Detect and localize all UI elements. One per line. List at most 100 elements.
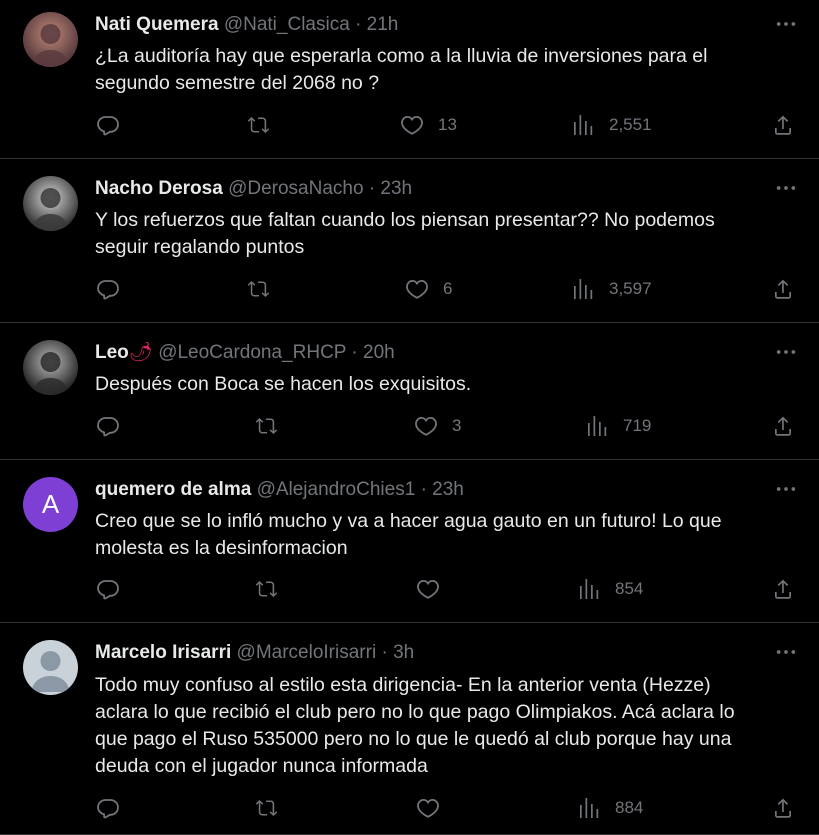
- tweet-timestamp[interactable]: 23h: [432, 479, 464, 500]
- reply-button[interactable]: [96, 274, 120, 304]
- tweet[interactable]: Marcelo Irisarri @MarceloIrisarri · 3h To…: [0, 623, 819, 835]
- tweet-header: Nati Quemera @Nati_Clasica · 21h: [95, 13, 398, 37]
- retweet-icon: [255, 800, 278, 816]
- tweet-timestamp[interactable]: 23h: [380, 178, 412, 199]
- views-count: 884: [615, 798, 644, 817]
- tweet-actions: 13 2,551: [0, 110, 819, 140]
- like-count: 13: [438, 115, 457, 134]
- share-icon: [775, 798, 791, 818]
- like-button[interactable]: 3: [414, 411, 461, 441]
- tweet-actions: 6 3,597: [0, 274, 819, 304]
- tweet-text: Y los refuerzos que faltan cuando los pi…: [95, 207, 795, 261]
- share-button[interactable]: [771, 274, 795, 304]
- author-handle[interactable]: @Nati_Clasica: [224, 14, 350, 35]
- more-icon: [776, 22, 796, 26]
- more-icon: [776, 650, 796, 654]
- avatar[interactable]: [23, 340, 78, 395]
- more-button[interactable]: [775, 177, 797, 201]
- tweet[interactable]: Leo🌶 @LeoCardona_RHCP · 20h Después con B…: [0, 323, 819, 460]
- retweet-icon: [247, 281, 270, 297]
- header-separator: ·: [420, 479, 427, 500]
- more-icon: [776, 487, 796, 491]
- tweet-timestamp[interactable]: 20h: [363, 342, 395, 363]
- tweet-text-line: molesta es la desinformacion: [95, 537, 348, 559]
- tweet[interactable]: Aquemero de alma @AlejandroChies1 · 23h C…: [0, 460, 819, 623]
- tweet-text-line: que pago el Ruso 535000 pero no lo que l…: [95, 728, 732, 750]
- tweet-timestamp[interactable]: 21h: [367, 14, 399, 35]
- reply-icon: [97, 116, 119, 136]
- tweet[interactable]: Nati Quemera @Nati_Clasica · 21h ¿La audi…: [0, 0, 819, 159]
- retweet-button[interactable]: [247, 274, 271, 304]
- reply-button[interactable]: [96, 793, 120, 823]
- views-button[interactable]: 854: [577, 574, 643, 604]
- reply-button[interactable]: [96, 110, 120, 140]
- views-icon: [574, 279, 593, 299]
- retweet-icon: [255, 418, 278, 434]
- retweet-button[interactable]: [247, 110, 271, 140]
- author-name[interactable]: Marcelo Irisarri: [95, 642, 231, 663]
- avatar[interactable]: A: [23, 477, 78, 532]
- share-button[interactable]: [771, 793, 795, 823]
- tweet-header: Nacho Derosa @DerosaNacho · 23h: [95, 177, 412, 201]
- author-handle[interactable]: @AlejandroChies1: [257, 479, 416, 500]
- avatar[interactable]: [23, 12, 78, 67]
- avatar-photo: [32, 24, 69, 67]
- author-name[interactable]: Leo: [95, 342, 129, 363]
- more-button[interactable]: [775, 641, 797, 665]
- views-icon: [580, 579, 599, 599]
- like-button[interactable]: [416, 793, 454, 823]
- share-button[interactable]: [771, 411, 795, 441]
- views-button[interactable]: 2,551: [571, 110, 652, 140]
- reply-icon: [97, 417, 119, 437]
- tweet-text-line: deuda con el jugador nunca informada: [95, 755, 428, 777]
- author-handle[interactable]: @DerosaNacho: [228, 178, 363, 199]
- reply-button[interactable]: [96, 411, 120, 441]
- share-button[interactable]: [771, 110, 795, 140]
- pepper-emoji: 🌶: [128, 342, 153, 363]
- author-name[interactable]: Nacho Derosa: [95, 178, 223, 199]
- avatar[interactable]: [23, 176, 78, 231]
- like-button[interactable]: 6: [405, 274, 452, 304]
- retweet-button[interactable]: [255, 574, 279, 604]
- tweet-text-line: ¿La auditoría hay que esperarla como a l…: [95, 45, 708, 67]
- more-button[interactable]: [775, 13, 797, 37]
- more-icon: [776, 186, 796, 190]
- like-icon: [406, 279, 428, 299]
- tweet-timestamp[interactable]: 3h: [393, 642, 414, 663]
- like-icon: [415, 416, 437, 436]
- author-handle[interactable]: @MarceloIrisarri: [237, 642, 377, 663]
- tweet[interactable]: Nacho Derosa @DerosaNacho · 23h Y los ref…: [0, 159, 819, 323]
- more-button[interactable]: [775, 341, 797, 365]
- views-button[interactable]: 719: [585, 411, 651, 441]
- reply-button[interactable]: [96, 574, 120, 604]
- share-icon: [775, 279, 791, 299]
- retweet-button[interactable]: [255, 793, 279, 823]
- views-button[interactable]: 884: [577, 793, 643, 823]
- tweet-text: Creo que se lo infló mucho y va a hacer …: [95, 508, 795, 562]
- author-name[interactable]: quemero de alma: [95, 479, 251, 500]
- tweet-text-line: Y los refuerzos que faltan cuando los pi…: [95, 209, 715, 231]
- tweet-header: Leo🌶 @LeoCardona_RHCP · 20h: [95, 341, 395, 365]
- like-button[interactable]: [416, 574, 454, 604]
- reply-icon: [97, 799, 119, 819]
- tweet-actions: 854: [0, 574, 819, 604]
- views-button[interactable]: 3,597: [571, 274, 652, 304]
- reply-icon: [97, 280, 119, 300]
- views-count: 2,551: [609, 115, 652, 134]
- views-count: 3,597: [609, 279, 652, 298]
- more-button[interactable]: [775, 478, 797, 502]
- tweet-text-line: Después con Boca se hacen los exquisitos…: [95, 373, 472, 395]
- author-handle[interactable]: @LeoCardona_RHCP: [158, 342, 346, 363]
- like-button[interactable]: 13: [400, 110, 457, 140]
- views-icon: [588, 416, 607, 436]
- tweet-text: ¿La auditoría hay que esperarla como a l…: [95, 43, 795, 97]
- author-name[interactable]: Nati Quemera: [95, 14, 219, 35]
- share-icon: [775, 115, 791, 135]
- avatar[interactable]: [23, 640, 78, 695]
- share-button[interactable]: [771, 574, 795, 604]
- retweet-icon: [255, 581, 278, 597]
- retweet-button[interactable]: [255, 411, 279, 441]
- like-icon: [417, 579, 439, 599]
- views-count: 719: [623, 416, 652, 435]
- views-icon: [574, 115, 593, 135]
